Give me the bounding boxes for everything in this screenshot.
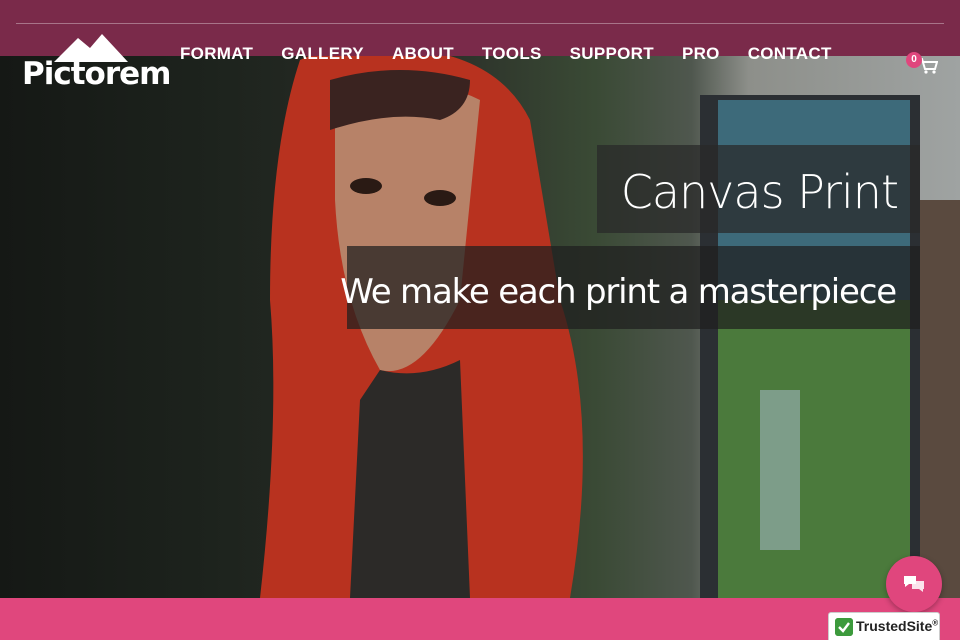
hero-title: Canvas Print	[620, 165, 899, 219]
trustedsite-badge[interactable]: TrustedSite®	[828, 612, 940, 640]
nav-item-support[interactable]: SUPPORT	[570, 44, 654, 64]
nav-item-pro[interactable]: PRO	[682, 44, 720, 64]
chat-button[interactable]	[886, 556, 942, 612]
headline-panel: Canvas Print	[597, 145, 920, 233]
trustedsite-label: TrustedSite®	[856, 618, 939, 634]
nav-item-format[interactable]: FORMAT	[180, 44, 253, 64]
pictorem-logo[interactable]: Pictorem	[22, 34, 172, 94]
nav-item-gallery[interactable]: GALLERY	[281, 44, 364, 64]
main-nav: FORMAT GALLERY ABOUT TOOLS SUPPORT PRO C…	[180, 44, 860, 64]
hero-tagline: We make each print a masterpiece	[340, 272, 897, 312]
checkmark-icon	[835, 618, 853, 636]
nav-item-contact[interactable]: CONTACT	[748, 44, 832, 64]
cart-count-badge: 0	[906, 52, 922, 68]
chat-bubbles-icon	[904, 576, 924, 592]
logo-wordmark: Pictorem	[22, 56, 171, 92]
nav-item-tools[interactable]: TOOLS	[482, 44, 542, 64]
cart-button[interactable]: 0	[906, 52, 940, 78]
bottom-bar	[0, 598, 960, 640]
tagline-panel: We make each print a masterpiece	[340, 246, 920, 329]
top-divider	[16, 23, 944, 24]
nav-item-about[interactable]: ABOUT	[392, 44, 454, 64]
